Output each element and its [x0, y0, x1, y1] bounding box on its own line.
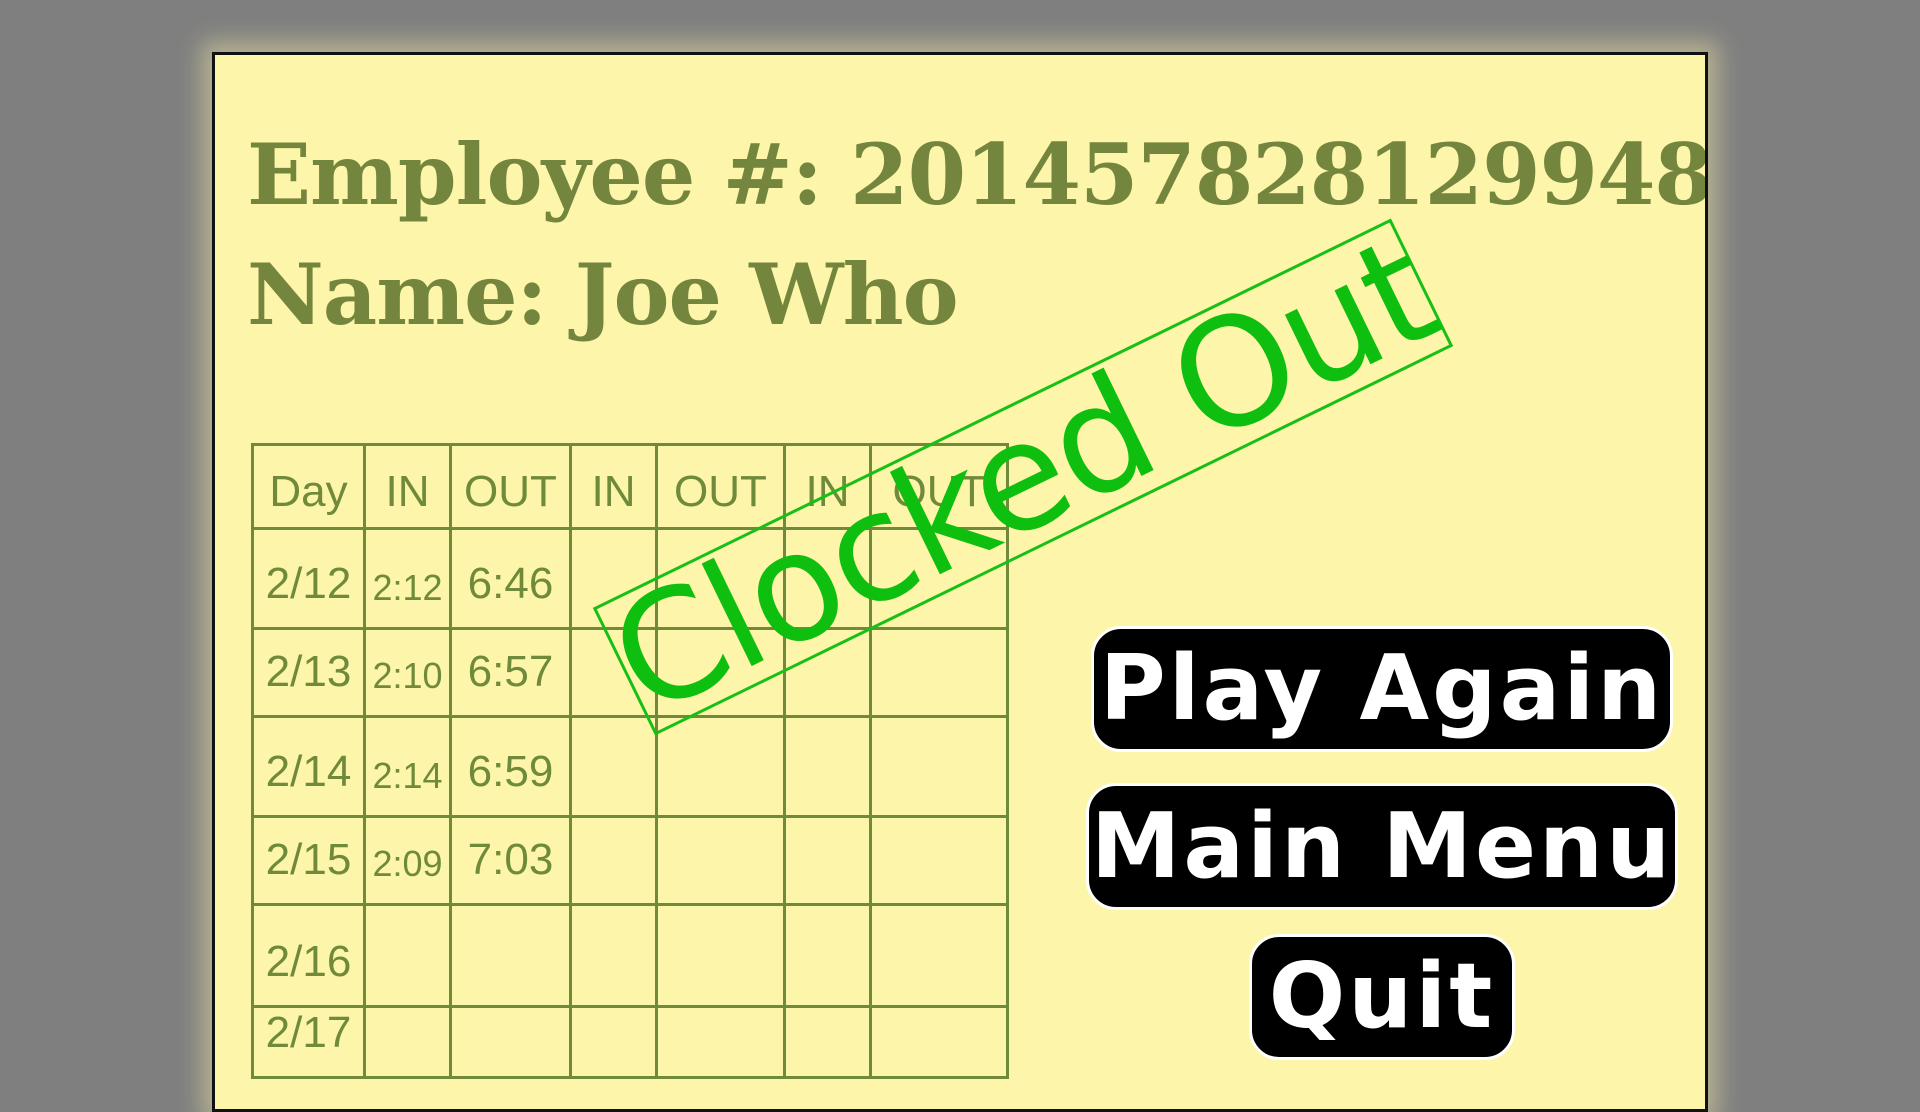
header-in-2: IN — [569, 443, 658, 530]
out-cell — [655, 815, 786, 906]
game-screen: Employee #: 201457828129948319 Name: Joe… — [0, 0, 1920, 1112]
day-cell: 2/13 — [251, 627, 366, 718]
out-cell: 6:57 — [449, 627, 572, 718]
employee-name-label: Name: Joe Who — [247, 245, 959, 344]
table-row: 2/15 2:09 7:03 — [251, 815, 1009, 906]
in-cell — [363, 1005, 452, 1079]
in-cell: 2:09 — [363, 815, 452, 906]
in-cell — [569, 815, 658, 906]
in-cell: 2:14 — [363, 715, 452, 818]
day-cell: 2/17 — [251, 1005, 366, 1079]
in-cell: 2:12 — [363, 527, 452, 630]
play-again-button[interactable]: Play Again — [1091, 626, 1673, 752]
employee-number-label: Employee #: 201457828129948319 — [247, 125, 1708, 224]
timecard-sheet: Employee #: 201457828129948319 Name: Joe… — [212, 52, 1708, 1112]
out-cell — [449, 903, 572, 1008]
in-cell — [569, 1005, 658, 1079]
header-day: Day — [251, 443, 366, 530]
in-cell — [783, 815, 872, 906]
day-cell: 2/16 — [251, 903, 366, 1008]
out-cell — [869, 627, 1009, 718]
in-cell — [363, 903, 452, 1008]
out-cell — [869, 1005, 1009, 1079]
out-cell — [869, 815, 1009, 906]
in-cell — [783, 1005, 872, 1079]
table-row: 2/16 — [251, 903, 1009, 1008]
quit-button[interactable]: Quit — [1249, 934, 1515, 1060]
out-cell — [869, 715, 1009, 818]
out-cell: 6:46 — [449, 527, 572, 630]
day-cell: 2/15 — [251, 815, 366, 906]
out-cell — [655, 1005, 786, 1079]
in-cell: 2:10 — [363, 627, 452, 718]
header-out-1: OUT — [449, 443, 572, 530]
main-menu-button[interactable]: Main Menu — [1086, 783, 1678, 910]
day-cell: 2/14 — [251, 715, 366, 818]
in-cell — [783, 715, 872, 818]
in-cell — [783, 903, 872, 1008]
table-row: 2/14 2:14 6:59 — [251, 715, 1009, 818]
out-cell — [869, 903, 1009, 1008]
table-row: 2/17 — [251, 1005, 1009, 1079]
out-cell: 6:59 — [449, 715, 572, 818]
out-cell — [449, 1005, 572, 1079]
day-cell: 2/12 — [251, 527, 366, 630]
in-cell — [569, 715, 658, 818]
out-cell — [655, 903, 786, 1008]
out-cell: 7:03 — [449, 815, 572, 906]
header-in-1: IN — [363, 443, 452, 530]
in-cell — [569, 903, 658, 1008]
